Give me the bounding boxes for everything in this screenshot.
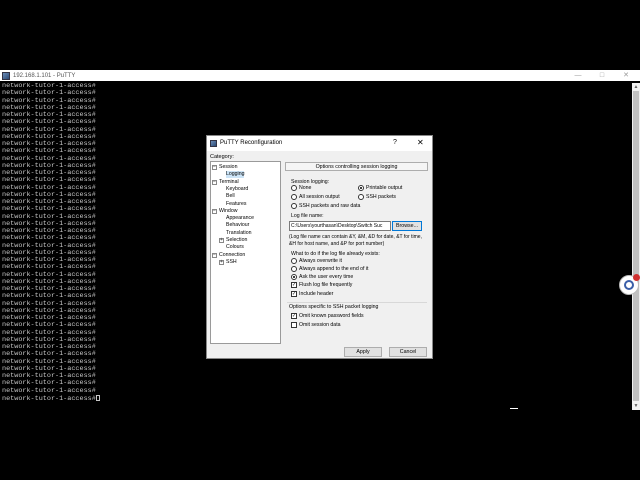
help-button[interactable]: ? [393, 139, 397, 146]
maximize-button[interactable]: □ [590, 70, 614, 81]
flush-checkbox[interactable]: ✓ Flush log file frequently [291, 282, 352, 288]
cursor-block [95, 394, 100, 401]
radio-append[interactable]: Always append to the end of it [291, 266, 369, 272]
log-file-hint: (Log file name can contain &Y, &M, &D fo… [289, 234, 422, 247]
window-titlebar[interactable]: 192.168.1.101 - PuTTY — □ ✕ [0, 70, 640, 81]
cancel-button[interactable]: Cancel [389, 347, 427, 357]
apply-button[interactable]: Apply [344, 347, 382, 357]
terminal-line: network-tutor-1-access# [2, 372, 96, 380]
dialog-titlebar[interactable]: PuTTY Reconfiguration ? ✕ [207, 136, 432, 151]
category-label: Category: [210, 154, 234, 160]
tree-item-bell[interactable]: Bell [226, 193, 235, 200]
omit-password-checkbox[interactable]: ✓ Omit known password fields [291, 313, 364, 319]
floating-chat-icon[interactable] [619, 274, 640, 295]
tree-item-appearance[interactable]: Appearance [226, 215, 254, 222]
log-file-input[interactable]: C:\Users\yourthasan\Desktop\Switch Suc [289, 221, 391, 231]
terminal-line: network-tutor-1-access# [2, 89, 96, 98]
section-title: Options controlling session logging [285, 162, 428, 171]
tree-item-translation[interactable]: Translation [226, 230, 251, 237]
ssh-options-label: Options specific to SSH packet logging [289, 304, 379, 310]
terminal-line: network-tutor-1-access# [2, 111, 96, 119]
radio-ssh-packets-raw[interactable]: SSH packets and raw data [291, 203, 360, 209]
radio-overwrite[interactable]: Always overwrite it [291, 258, 342, 264]
window-title: 192.168.1.101 - PuTTY [13, 72, 76, 79]
tree-item-features[interactable]: Features [226, 201, 246, 208]
terminal-line: network-tutor-1-access# [2, 103, 96, 112]
radio-printable-output[interactable]: Printable output [358, 185, 402, 191]
reconfiguration-dialog: PuTTY Reconfiguration ? ✕ Category: − Ses… [206, 135, 433, 359]
terminal-line: network-tutor-1-access# [2, 125, 96, 134]
tree-item-ssh[interactable]: SSH [226, 259, 237, 266]
tree-item-window[interactable]: Window [219, 208, 237, 215]
radio-ask-user[interactable]: Ask the user every time [291, 274, 353, 280]
radio-ssh-packets[interactable]: SSH packets [358, 194, 396, 200]
notification-badge [633, 274, 640, 281]
vertical-scrollbar[interactable]: ▲ ▼ [632, 83, 640, 410]
tree-item-colours[interactable]: Colours [226, 244, 244, 251]
browse-button[interactable]: Browse... [392, 221, 422, 231]
screen-mark [510, 408, 518, 409]
scrollbar-thumb[interactable] [633, 91, 639, 401]
tree-item-behaviour[interactable]: Behaviour [226, 222, 249, 229]
terminal-line: network-tutor-1-access# [2, 364, 96, 373]
terminal-line: network-tutor-1-access# [2, 83, 96, 90]
terminal-line: network-tutor-1-access# [2, 96, 96, 105]
include-header-checkbox[interactable]: ✓ Include header [291, 291, 333, 297]
terminal-line: network-tutor-1-access# [2, 394, 632, 402]
radio-all-session-output[interactable]: All session output [291, 194, 340, 200]
divider [287, 302, 427, 303]
file-exists-label: What to do if the log file already exist… [291, 251, 380, 257]
dialog-close-button[interactable]: ✕ [417, 138, 424, 147]
log-file-label: Log file name: [291, 213, 324, 219]
tree-expander-icon[interactable]: − [212, 165, 217, 170]
tree-item-session[interactable]: Session [219, 164, 237, 171]
tree-expander-icon[interactable]: − [212, 208, 217, 214]
category-tree[interactable]: − Session Logging − Terminal Keyboard Bell Feat… [210, 161, 281, 344]
putty-icon [210, 140, 217, 147]
putty-icon [2, 71, 10, 80]
terminal-line: network-tutor-1-access# [2, 357, 96, 366]
scroll-up-icon[interactable]: ▲ [632, 83, 640, 91]
tree-expander-icon[interactable]: + [219, 259, 224, 265]
radio-none[interactable]: None [291, 185, 311, 191]
tree-expander-icon[interactable]: − [212, 252, 217, 258]
omit-session-data-checkbox[interactable]: Omit session data [291, 322, 341, 328]
tree-item-logging[interactable]: Logging [226, 171, 245, 179]
scroll-down-icon[interactable]: ▼ [632, 402, 640, 410]
minimize-button[interactable]: — [566, 70, 590, 81]
terminal-line: network-tutor-1-access# [2, 386, 96, 395]
tree-item-terminal[interactable]: Terminal [219, 179, 239, 186]
close-button[interactable]: ✕ [614, 70, 638, 81]
tree-item-selection[interactable]: Selection [226, 237, 247, 244]
tree-item-connection[interactable]: Connection [219, 252, 245, 259]
terminal-line: network-tutor-1-access# [2, 118, 96, 127]
terminal-line: network-tutor-1-access# [2, 379, 96, 388]
tree-item-keyboard[interactable]: Keyboard [226, 186, 248, 193]
tree-expander-icon[interactable]: + [219, 238, 224, 243]
dialog-title: PuTTY Reconfiguration [220, 140, 283, 146]
tree-expander-icon[interactable]: − [212, 179, 217, 185]
